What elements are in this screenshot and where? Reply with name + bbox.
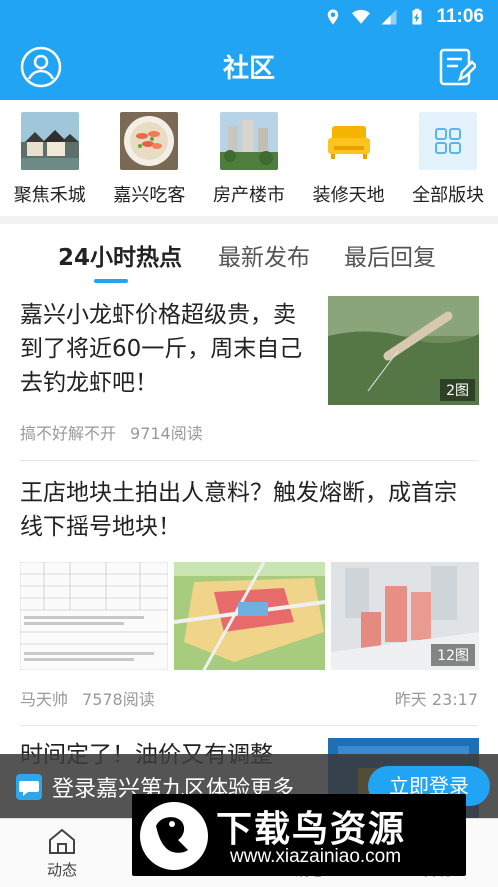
nav-item-dynamic[interactable]: 动态 xyxy=(22,827,102,880)
post-author: 搞不好解不开 xyxy=(20,424,117,443)
post-divider xyxy=(20,725,478,726)
tab-latest[interactable]: 最新发布 xyxy=(218,238,310,272)
post-image[interactable] xyxy=(19,561,169,671)
compose-icon[interactable] xyxy=(438,47,476,87)
grid-icon xyxy=(419,112,478,170)
battery-charging-icon xyxy=(412,8,422,25)
watermark-url: www.xiazainiao.com xyxy=(230,846,402,867)
building-photo xyxy=(219,112,278,170)
city-photo xyxy=(20,112,79,170)
post-divider xyxy=(20,460,478,461)
category-decoration[interactable]: 装修天地 xyxy=(299,100,399,216)
post-title: 嘉兴小龙虾价格超级贵，卖 到了将近60一斤，周末自己 去钓龙虾吧！ xyxy=(20,298,320,400)
category-food[interactable]: 嘉兴吃客 xyxy=(100,100,200,216)
sofa-icon xyxy=(319,112,378,170)
watermark-brand: 下载鸟资源 xyxy=(216,809,407,850)
feed-tabs: 24小时热点 最新发布 最后回复 xyxy=(0,224,498,286)
status-bar: 11:06 xyxy=(0,0,498,34)
category-label: 全部版块 xyxy=(412,185,485,206)
watermark-overlay: 下载鸟资源 www.xiazainiao.com xyxy=(132,794,466,876)
category-row: 聚焦禾城 嘉兴吃客 房产楼市 装修天地 全部版块 xyxy=(0,100,498,216)
food-photo xyxy=(120,112,179,170)
post-meta: 马天帅 7578阅读 xyxy=(20,686,155,710)
category-city[interactable]: 聚焦禾城 xyxy=(0,100,100,216)
post-title-line: 王店地块土拍出人意料？触发熔断，成首宗 xyxy=(20,480,457,506)
image-count-badge: 2图 xyxy=(440,379,475,401)
post-reads: 9714阅读 xyxy=(130,424,203,443)
status-time: 11:06 xyxy=(436,6,484,27)
image-count-badge: 12图 xyxy=(431,644,475,666)
post-time: 昨天 23:17 xyxy=(394,690,478,709)
category-realestate[interactable]: 房产楼市 xyxy=(199,100,299,216)
post-image[interactable] xyxy=(173,561,326,671)
category-label: 房产楼市 xyxy=(212,185,285,206)
bird-logo-icon xyxy=(140,802,208,870)
active-tab-indicator xyxy=(94,279,128,283)
page-title: 社区 xyxy=(222,54,275,84)
post-reads: 7578阅读 xyxy=(82,690,155,709)
location-icon xyxy=(328,9,339,25)
section-divider xyxy=(0,216,498,224)
post-item[interactable]: 王店地块土拍出人意料？触发熔断，成首宗 线下摇号地块！ 12图 马天帅 7578… xyxy=(0,476,498,731)
post-author: 马天帅 xyxy=(20,690,69,709)
post-image[interactable]: 2图 xyxy=(328,296,479,405)
category-all[interactable]: 全部版块 xyxy=(398,100,498,216)
category-label: 装修天地 xyxy=(312,185,385,206)
tab-hot-24h[interactable]: 24小时热点 xyxy=(58,238,182,272)
post-image[interactable]: 12图 xyxy=(331,562,479,670)
chat-bubble-icon xyxy=(16,774,42,800)
post-meta: 搞不好解不开 9714阅读 xyxy=(20,420,203,444)
home-icon xyxy=(49,828,75,854)
signal-icon xyxy=(381,9,397,25)
post-title-line: 线下摇号地块！ xyxy=(20,514,181,540)
post-item[interactable]: 嘉兴小龙虾价格超级贵，卖 到了将近60一斤，周末自己 去钓龙虾吧！ 2图 搞不好… xyxy=(0,290,498,460)
post-title-line: 到了将近60一斤，周末自己 xyxy=(20,336,303,362)
tab-last-reply[interactable]: 最后回复 xyxy=(344,238,436,272)
post-title-line: 去钓龙虾吧！ xyxy=(20,370,158,396)
post-title: 王店地块土拍出人意料？触发熔断，成首宗 线下摇号地块！ xyxy=(20,476,490,544)
wifi-icon xyxy=(352,9,371,24)
category-label: 嘉兴吃客 xyxy=(113,185,186,206)
category-label: 聚焦禾城 xyxy=(13,185,86,206)
nav-label: 动态 xyxy=(46,861,77,879)
post-title-line: 嘉兴小龙虾价格超级贵，卖 xyxy=(20,302,296,328)
app-header: 社区 xyxy=(0,34,498,100)
